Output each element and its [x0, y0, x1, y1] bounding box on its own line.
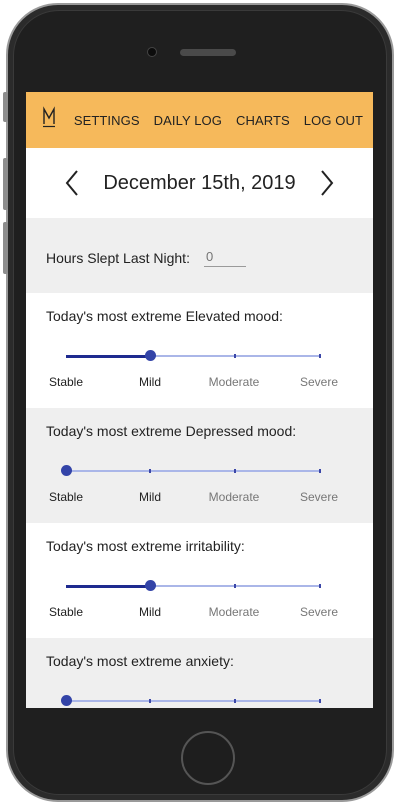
slider-thumb[interactable] [145, 350, 156, 361]
severity-slider[interactable] [61, 465, 321, 476]
top-nav: SETTINGS DAILY LOG CHARTS LOG OUT [26, 92, 373, 148]
sleep-row: Hours Slept Last Night: [26, 218, 373, 293]
scale-label-mild: Mild [138, 375, 162, 389]
app-logo-icon[interactable] [42, 106, 56, 128]
slider-tick [149, 699, 151, 703]
mood-section: Today's most extreme Depressed mood: Stab… [26, 408, 373, 523]
slider-tick [149, 469, 151, 473]
scale-label-moderate: Moderate [208, 605, 260, 619]
slider-thumb[interactable] [61, 695, 72, 706]
severity-slider[interactable] [66, 350, 321, 361]
section-title: Today's most extreme irritability: [46, 538, 245, 554]
home-button[interactable] [181, 731, 235, 785]
mood-section: Today's most extreme anxiety:StableMildM… [26, 638, 373, 708]
scale-label-mild: Mild [138, 605, 162, 619]
severity-slider[interactable] [66, 580, 321, 591]
mute-switch[interactable] [3, 92, 8, 122]
slider-thumb[interactable] [145, 580, 156, 591]
section-title: Today's most extreme Depressed mood: [46, 423, 297, 439]
chevron-right-icon[interactable] [318, 168, 336, 198]
scale-label-severe: Severe [299, 375, 339, 389]
nav-log-out[interactable]: LOG OUT [304, 113, 363, 128]
volume-down-button[interactable] [3, 222, 8, 274]
slider-fill [66, 584, 150, 588]
current-date: December 15th, 2019 [103, 171, 296, 194]
scale-label-moderate: Moderate [208, 490, 260, 504]
chevron-left-icon[interactable] [63, 168, 81, 198]
hours-slept-input[interactable] [204, 246, 246, 267]
date-navigator: December 15th, 2019 [26, 148, 373, 218]
volume-up-button[interactable] [3, 158, 8, 210]
scale-label-mild: Mild [138, 490, 162, 504]
section-title: Today's most extreme Elevated mood: [46, 308, 283, 324]
nav-charts[interactable]: CHARTS [236, 113, 290, 128]
slider-thumb[interactable] [61, 465, 72, 476]
scale-label-stable: Stable [48, 605, 84, 619]
slider-tick [319, 584, 321, 588]
mood-section: Today's most extreme Elevated mood: Stabl… [26, 293, 373, 408]
app-screen: SETTINGS DAILY LOG CHARTS LOG OUT Decemb… [26, 92, 373, 708]
nav-settings[interactable]: SETTINGS [74, 113, 140, 128]
nav-daily-log[interactable]: DAILY LOG [154, 113, 222, 128]
severity-slider[interactable] [61, 695, 321, 706]
scale-label-severe: Severe [299, 490, 339, 504]
slider-tick [319, 354, 321, 358]
scale-label-severe: Severe [299, 605, 339, 619]
slider-tick [319, 699, 321, 703]
front-camera [147, 47, 157, 57]
slider-fill [66, 354, 150, 358]
scale-label-stable: Stable [48, 375, 84, 389]
slider-tick [234, 469, 236, 473]
section-title: Today's most extreme anxiety: [46, 653, 234, 669]
scale-label-moderate: Moderate [208, 375, 260, 389]
slider-tick [234, 354, 236, 358]
sleep-label: Hours Slept Last Night: [46, 250, 190, 266]
slider-tick [319, 469, 321, 473]
slider-tick [234, 584, 236, 588]
mood-section: Today's most extreme irritability: Stable… [26, 523, 373, 638]
earpiece-speaker [180, 49, 236, 56]
scale-label-stable: Stable [48, 490, 84, 504]
slider-tick [234, 699, 236, 703]
